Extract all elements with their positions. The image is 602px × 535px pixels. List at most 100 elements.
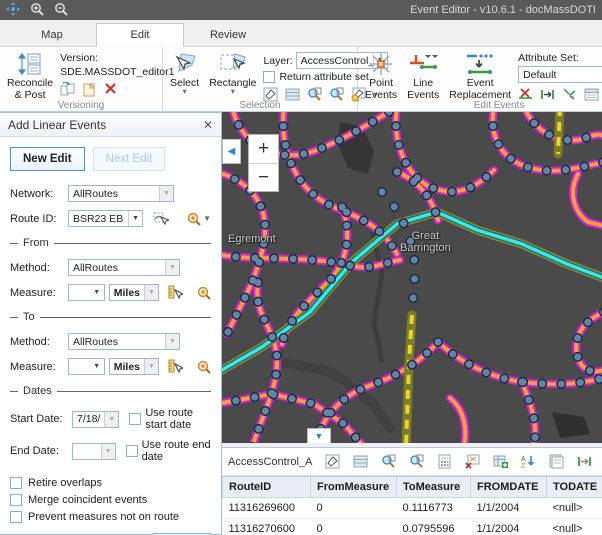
end-date-input[interactable]: ▼ xyxy=(72,443,116,460)
table-add-record-icon[interactable] xyxy=(493,454,508,469)
attribute-set-select[interactable]: Default ▼ xyxy=(518,66,602,83)
zoom-to-route-icon[interactable] xyxy=(186,211,201,226)
to-unit-select[interactable]: Miles ▼ xyxy=(109,358,159,375)
table-calculate-icon[interactable] xyxy=(437,454,452,469)
return-attribute-label: Return attribute set xyxy=(279,71,368,83)
map-zoom-out-button[interactable]: − xyxy=(249,163,278,191)
to-measure-pick-icon[interactable] xyxy=(167,359,182,374)
to-method-caret: ▼ xyxy=(165,334,179,349)
use-route-end-label: Use route end date xyxy=(142,439,211,463)
event-editor-window: Event Editor - v10.6.1 - docMassDOTI Map… xyxy=(0,0,602,535)
route-id-select[interactable]: BSR23 EB ▼ xyxy=(68,210,143,227)
col-tomeasure[interactable]: ToMeasure xyxy=(397,477,471,498)
route-id-select-caret: ▼ xyxy=(128,211,142,226)
title-bar: Event Editor - v10.6.1 - docMassDOTI xyxy=(0,0,602,20)
end-date-caret: ▼ xyxy=(101,444,115,459)
collapse-panel-arrow[interactable]: ◀ xyxy=(222,139,241,164)
table-zoom-all-icon[interactable] xyxy=(409,454,424,469)
map-roads-layer xyxy=(222,112,602,443)
version-value: SDE.MASSDOT_editor1 xyxy=(60,66,174,78)
prevent-measures-checkbox[interactable] xyxy=(10,511,22,523)
from-unit-caret: ▼ xyxy=(144,285,158,300)
start-date-input[interactable]: 7/18/ ▼ xyxy=(72,411,119,428)
network-select[interactable]: AllRoutes ▼ xyxy=(68,185,174,202)
table-header-row: RouteID FromMeasure ToMeasure FROMDATE T… xyxy=(223,477,602,498)
to-measure-input[interactable]: ▼ xyxy=(68,358,105,375)
from-zoom-icon[interactable] xyxy=(196,285,211,300)
select-icon xyxy=(171,51,199,77)
reconcile-post-button[interactable]: Reconcile & Post xyxy=(4,50,56,102)
start-date-label: Start Date: xyxy=(10,413,68,425)
col-frommeasure[interactable]: FromMeasure xyxy=(311,477,397,498)
network-select-caret: ▼ xyxy=(159,186,173,201)
attribute-table-panel: AccessControl_A AZ xyxy=(222,447,602,535)
group-label-versioning: Versioning xyxy=(0,100,162,111)
merge-coincident-checkbox[interactable] xyxy=(10,494,22,506)
select-route-on-map-icon[interactable] xyxy=(153,211,168,226)
from-method-select[interactable]: AllRoutes ▼ xyxy=(68,259,180,276)
panel-title: Add Linear Events xyxy=(8,118,106,132)
group-versioning: Reconcile & Post Version: SDE.MASSDOT_ed… xyxy=(0,47,163,111)
delete-version-icon[interactable] xyxy=(104,82,119,97)
rectangle-caret: ▾ xyxy=(231,89,235,95)
pan-icon[interactable] xyxy=(6,2,20,19)
version-label: Version: xyxy=(60,52,174,64)
svg-text:Z: Z xyxy=(521,463,526,469)
from-method-caret: ▼ xyxy=(165,260,179,275)
to-method-select[interactable]: AllRoutes ▼ xyxy=(68,333,180,350)
start-date-caret: ▼ xyxy=(104,412,118,427)
from-measure-pick-icon[interactable] xyxy=(167,285,182,300)
use-route-start-checkbox[interactable] xyxy=(129,413,141,425)
table-row[interactable]: 11316269600 0 0.1116773 1/1/2004 <null> … xyxy=(223,498,602,519)
col-fromdate[interactable]: FROMDATE xyxy=(471,477,547,498)
col-routeid[interactable]: RouteID xyxy=(223,477,311,498)
tab-review[interactable]: Review xyxy=(184,24,272,46)
table-row[interactable]: 11316270600 0 0.0795596 1/1/2004 <null> … xyxy=(223,519,602,535)
tab-map[interactable]: Map xyxy=(8,24,96,46)
line-events-button[interactable]: Line Events xyxy=(404,50,442,102)
panel-close-icon[interactable]: ✕ xyxy=(203,118,213,132)
event-replacement-button[interactable]: Event Replacement xyxy=(446,50,514,102)
map-view[interactable]: Egremont Great Barrington ◀ + − ▼ xyxy=(222,112,602,443)
map-label-egremont: Egremont xyxy=(228,233,276,245)
new-edit-button[interactable]: New Edit xyxy=(10,147,85,171)
retire-overlaps-checkbox[interactable] xyxy=(10,477,22,489)
svg-text:A: A xyxy=(521,456,526,463)
group-label-selection: Selection xyxy=(163,100,357,111)
map-zoom-in-button[interactable]: + xyxy=(249,135,278,163)
point-events-button[interactable]: Point Events xyxy=(362,50,400,102)
return-attribute-checkbox[interactable] xyxy=(263,71,275,83)
table-move-event-icon[interactable] xyxy=(577,454,592,469)
route-id-label: Route ID: xyxy=(10,213,64,225)
map-label-great-barrington: Great Barrington xyxy=(400,230,451,254)
zoom-out-icon[interactable] xyxy=(54,2,68,19)
from-unit-select[interactable]: Miles ▼ xyxy=(109,284,159,301)
table-select-features-icon[interactable] xyxy=(325,454,340,469)
rectangle-button[interactable]: Rectangle ▾ xyxy=(206,50,259,96)
col-todate[interactable]: TODATE xyxy=(547,477,602,498)
from-measure-input[interactable]: ▼ xyxy=(68,284,105,301)
table-form-view-icon[interactable] xyxy=(549,454,564,469)
next-edit-button[interactable]: Next Edit xyxy=(93,147,166,171)
table-select-rows-icon[interactable] xyxy=(353,454,368,469)
table-sort-icon[interactable]: AZ xyxy=(521,454,536,469)
from-measure-caret: ▼ xyxy=(90,285,104,300)
ribbon: Reconcile & Post Version: SDE.MASSDOT_ed… xyxy=(0,47,602,112)
zoom-in-icon[interactable] xyxy=(30,2,44,19)
attribute-set-label: Attribute Set: xyxy=(518,52,602,64)
tab-edit[interactable]: Edit xyxy=(96,23,184,47)
to-zoom-icon[interactable] xyxy=(196,359,211,374)
change-version-icon[interactable] xyxy=(60,82,75,97)
group-selection: Select ▾ Rectangle ▾ Layer: AccessContro… xyxy=(163,47,358,111)
table-clear-selection-icon[interactable] xyxy=(465,454,480,469)
table-layer-name: AccessControl_A xyxy=(228,456,312,468)
group-label-edit-events: Edit Events xyxy=(358,100,602,111)
table-zoom-selected-icon[interactable] xyxy=(381,454,396,469)
expand-table-arrow[interactable]: ▼ xyxy=(307,428,331,443)
select-button[interactable]: Select ▾ xyxy=(167,50,202,96)
attribute-table: RouteID FromMeasure ToMeasure FROMDATE T… xyxy=(222,476,602,535)
zoom-to-route-caret[interactable]: ▼ xyxy=(203,216,211,222)
point-events-icon xyxy=(368,51,394,77)
use-route-end-checkbox[interactable] xyxy=(126,445,138,457)
new-version-icon[interactable] xyxy=(82,82,97,97)
